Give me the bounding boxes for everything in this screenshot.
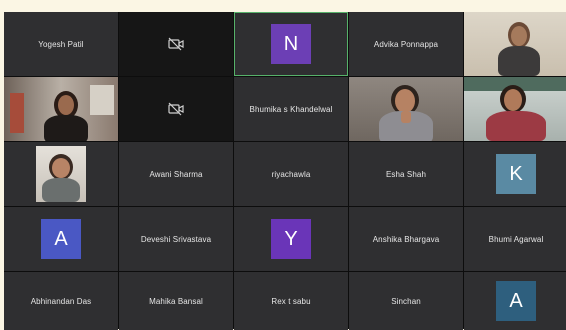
participant-tile[interactable]: Mahika Bansal (119, 272, 233, 330)
participant-name: Mahika Bansal (149, 296, 203, 306)
avatar: Y (271, 219, 311, 259)
participant-video (4, 77, 118, 141)
participant-name: Rex t sabu (271, 296, 311, 306)
participant-name: Deveshi Srivastava (140, 234, 212, 244)
avatar-initial: N (283, 32, 299, 55)
participant-name: Bhumi Agarwal (488, 234, 544, 244)
participant-name: Bhumika s Khandelwal (249, 104, 333, 114)
participant-tile[interactable]: Abhinandan Das (4, 272, 118, 330)
participant-tile[interactable]: Anshika Bhargava (349, 207, 463, 271)
participant-tile[interactable]: A (4, 207, 118, 271)
participant-tile-video[interactable] (349, 77, 463, 141)
avatar-initial: A (54, 227, 68, 250)
participant-tile[interactable]: Bhumi Agarwal (464, 207, 566, 271)
avatar: A (41, 219, 81, 259)
participant-tile[interactable]: riyachawla (234, 142, 348, 206)
participant-tile[interactable]: Awani Sharma (119, 142, 233, 206)
participant-name: Esha Shah (385, 169, 427, 179)
participant-tile-video[interactable] (4, 77, 118, 141)
participant-video (464, 77, 566, 141)
participant-tile[interactable]: Bhumika s Khandelwal (234, 77, 348, 141)
participant-name: Sinchan (391, 296, 421, 306)
participant-video (4, 142, 118, 206)
participant-tile[interactable]: Yogesh Patil (4, 12, 118, 76)
avatar-initial: A (509, 289, 523, 312)
avatar-initial: K (509, 162, 523, 185)
participant-tile[interactable]: Rex t sabu (234, 272, 348, 330)
participant-tile[interactable]: Y (234, 207, 348, 271)
avatar: K (496, 154, 536, 194)
participant-tile-video[interactable] (464, 77, 566, 141)
participant-video (464, 12, 566, 76)
participant-tile[interactable]: K (464, 142, 566, 206)
participant-tile-camera-off[interactable] (119, 77, 233, 141)
participant-tile-camera-off[interactable] (119, 12, 233, 76)
meeting-stage: Yogesh Patil N Advika Ponnappa Bhumika s… (0, 0, 566, 330)
avatar: N (271, 24, 311, 64)
participant-tile-active-speaker[interactable]: N (234, 12, 348, 76)
participant-tile[interactable]: Sinchan (349, 272, 463, 330)
participant-tile-video[interactable] (4, 142, 118, 206)
participant-tile-video[interactable] (464, 12, 566, 76)
participant-tile[interactable]: Esha Shah (349, 142, 463, 206)
participant-name: Advika Ponnappa (373, 39, 439, 49)
participant-name: Abhinandan Das (30, 296, 92, 306)
participant-name: Yogesh Patil (38, 39, 84, 49)
participant-name: Anshika Bhargava (372, 234, 440, 244)
participant-grid: Yogesh Patil N Advika Ponnappa Bhumika s… (4, 12, 566, 330)
participant-name: riyachawla (271, 169, 311, 179)
participant-name: Awani Sharma (149, 169, 203, 179)
camera-off-icon (168, 37, 184, 51)
participant-video (349, 77, 463, 141)
camera-off-icon (168, 102, 184, 116)
participant-tile[interactable]: A (464, 272, 566, 330)
participant-tile[interactable]: Deveshi Srivastava (119, 207, 233, 271)
avatar: A (496, 281, 536, 321)
participant-tile[interactable]: Advika Ponnappa (349, 12, 463, 76)
avatar-initial: Y (284, 227, 298, 250)
